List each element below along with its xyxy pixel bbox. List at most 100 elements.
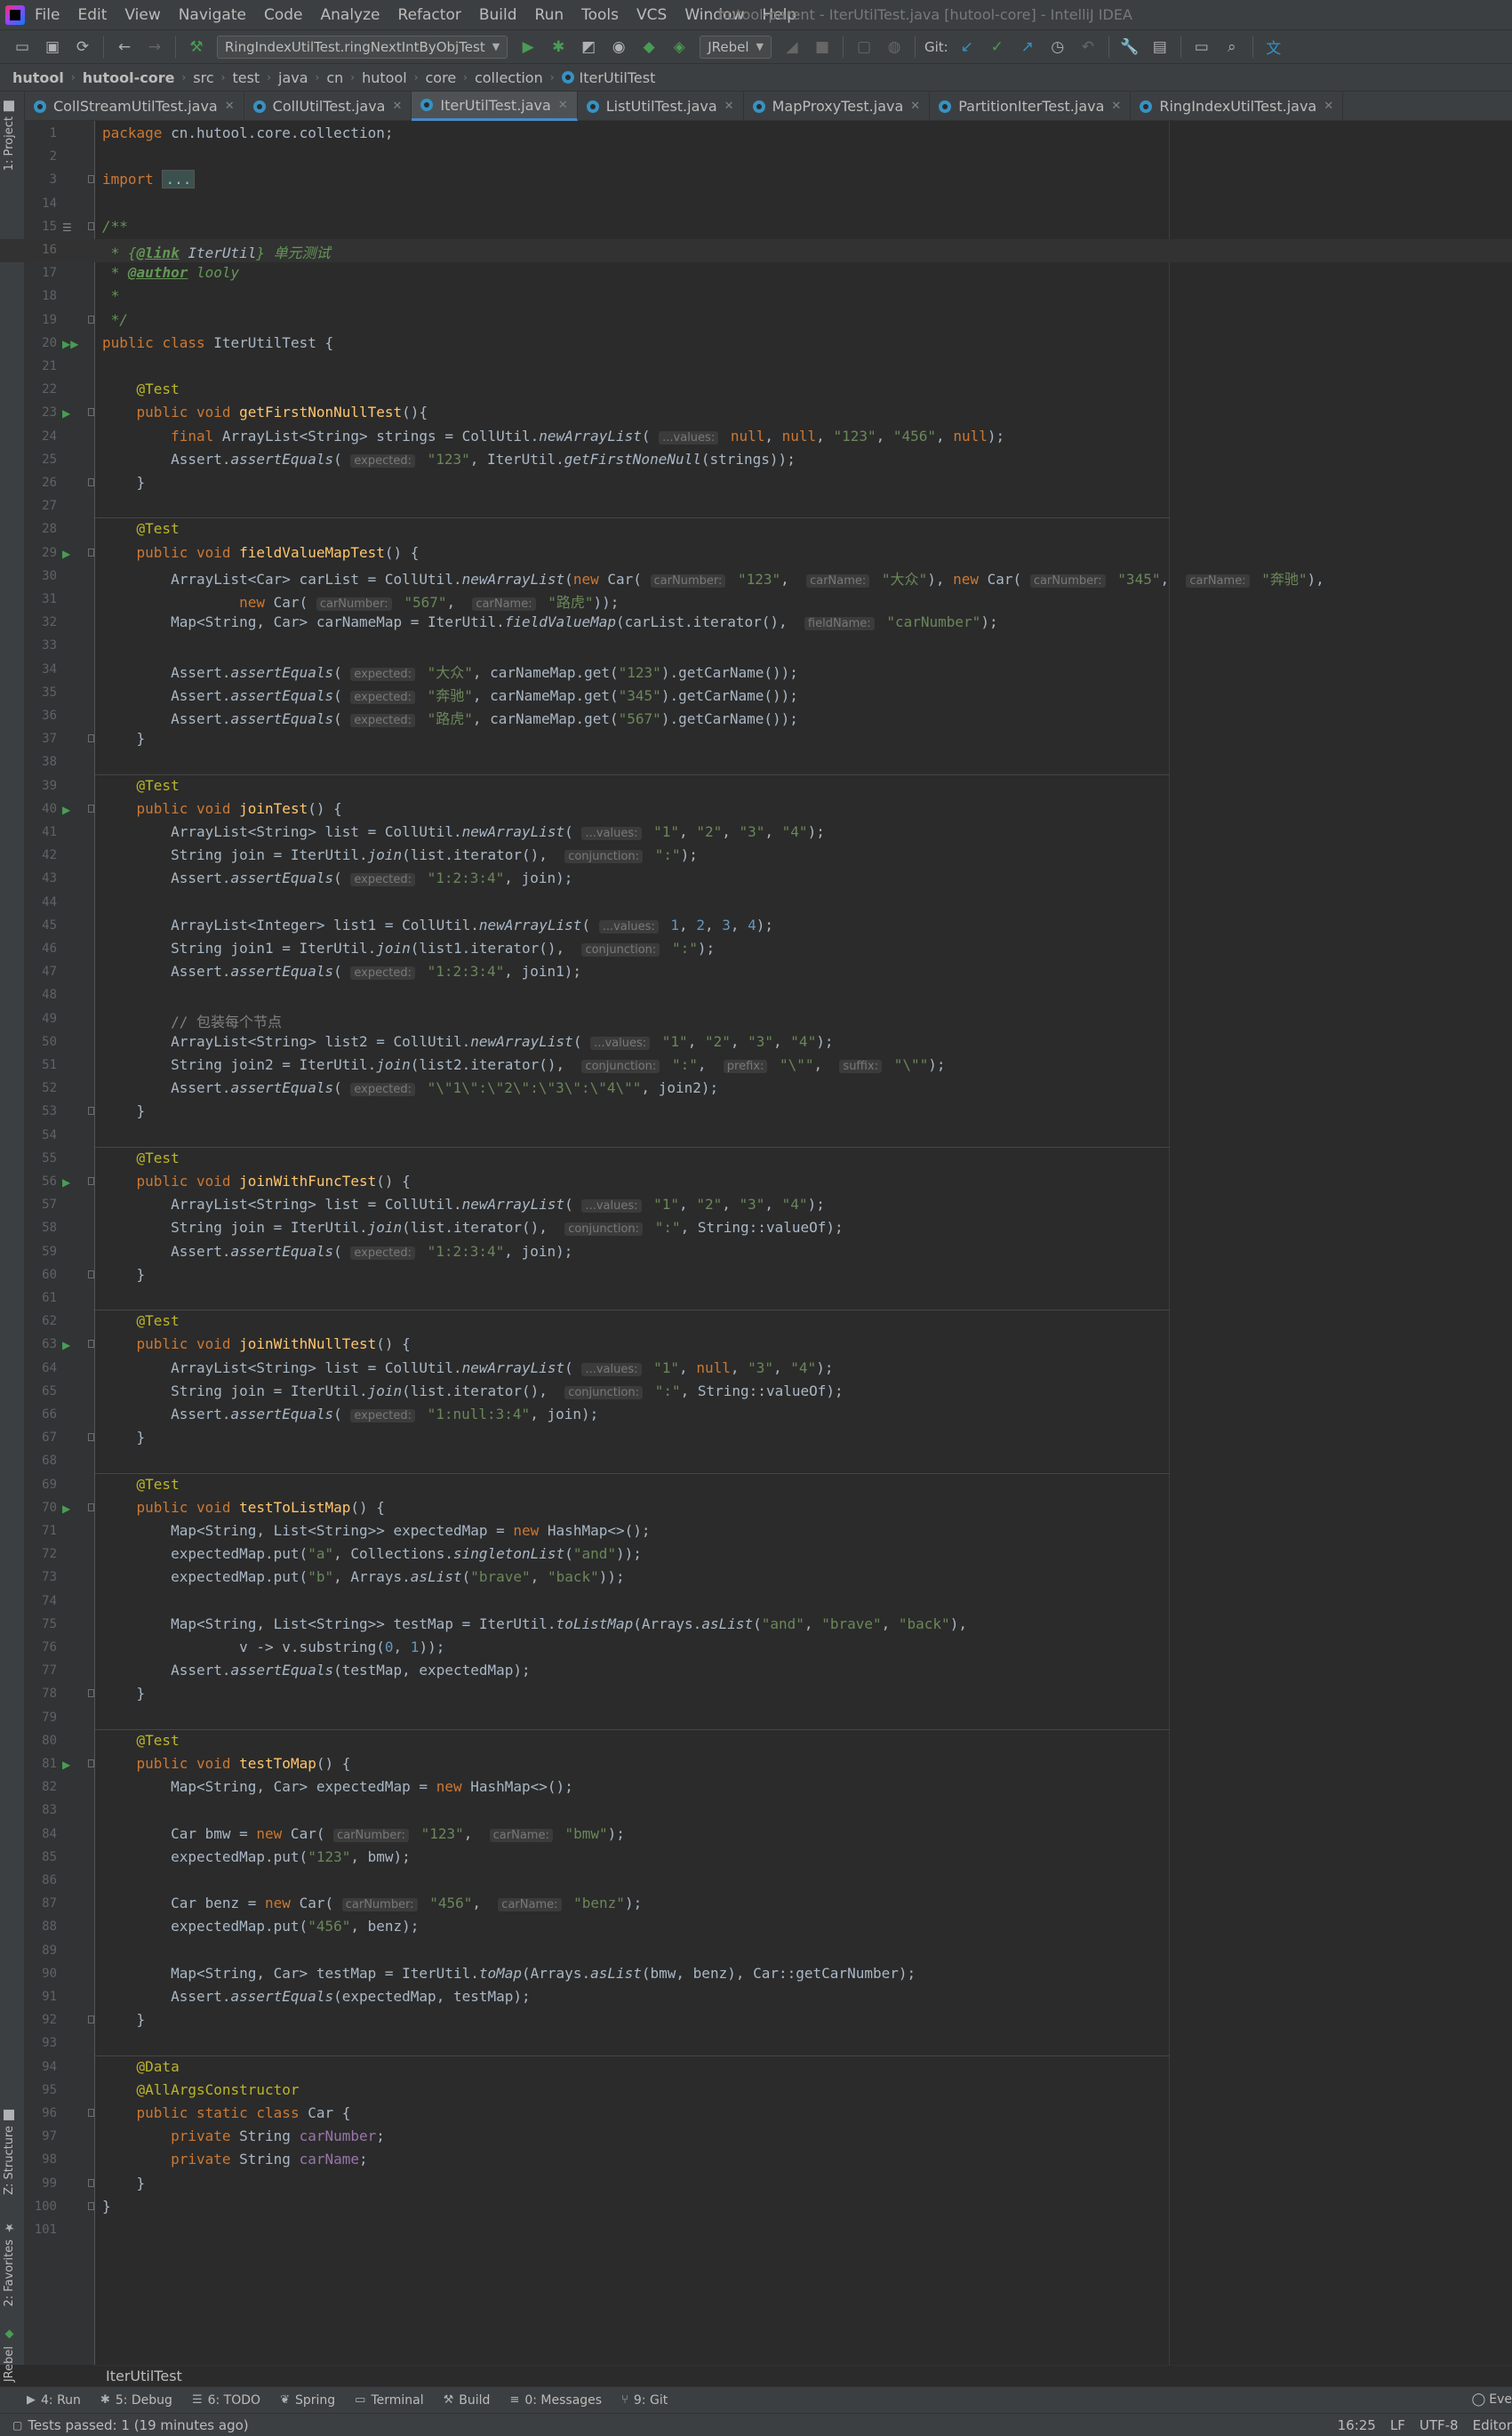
code-line[interactable]: 83 bbox=[0, 1799, 1512, 1823]
crumb-cn[interactable]: cn bbox=[326, 69, 343, 86]
code-line[interactable]: 92 } bbox=[0, 2009, 1512, 2032]
code-line[interactable]: 65 String join = IterUtil.join(list.iter… bbox=[0, 1381, 1512, 1404]
code-line[interactable]: 25 Assert.assertEquals( expected: "123",… bbox=[0, 449, 1512, 472]
run-test-icon[interactable]: ▶ bbox=[62, 804, 70, 816]
code-line[interactable]: 3 import ... bbox=[0, 169, 1512, 192]
code-line[interactable]: 32 Map<String, Car> carNameMap = IterUti… bbox=[0, 612, 1512, 635]
git-push-icon[interactable]: ↗ bbox=[1017, 36, 1038, 58]
code-line[interactable]: 47 Assert.assertEquals( expected: "1:2:3… bbox=[0, 961, 1512, 984]
code-line[interactable]: 85 expectedMap.put("123", bmw); bbox=[0, 1847, 1512, 1870]
menu-view[interactable]: View bbox=[122, 6, 163, 24]
fold-toggle-icon[interactable] bbox=[88, 1177, 94, 1185]
open-folder-icon[interactable]: ▭ bbox=[12, 36, 33, 58]
code-line[interactable]: 76 v -> v.substring(0, 1)); bbox=[0, 1637, 1512, 1660]
code-line[interactable]: 88 expectedMap.put("456", benz); bbox=[0, 1916, 1512, 1939]
event-log-button[interactable]: ◯ Eve bbox=[1472, 2392, 1512, 2407]
crumb-core[interactable]: core bbox=[426, 69, 457, 86]
attach-icon[interactable]: ◢ bbox=[781, 36, 803, 58]
tool-git[interactable]: ⑂ 9: Git bbox=[621, 2393, 668, 2408]
fold-toggle-icon[interactable] bbox=[88, 804, 94, 813]
fold-toggle-icon[interactable] bbox=[88, 2015, 94, 2024]
code-line[interactable]: 28 @Test bbox=[0, 518, 1512, 541]
menu-vcs[interactable]: VCS bbox=[634, 6, 669, 24]
back-arrow-icon[interactable]: ← bbox=[114, 36, 135, 58]
fold-toggle-icon[interactable] bbox=[88, 548, 94, 557]
code-line[interactable]: 45 ArrayList<Integer> list1 = CollUtil.n… bbox=[0, 915, 1512, 938]
menu-navigate[interactable]: Navigate bbox=[176, 6, 249, 24]
code-line[interactable]: 79 bbox=[0, 1707, 1512, 1730]
code-line[interactable]: 100} bbox=[0, 2196, 1512, 2219]
code-line[interactable]: 95 @AllArgsConstructor bbox=[0, 2079, 1512, 2103]
code-line[interactable]: 94 @Data bbox=[0, 2056, 1512, 2079]
rollback-icon[interactable]: ↶ bbox=[1077, 36, 1099, 58]
code-line[interactable]: 56 ▶ public void joinWithFuncTest() { bbox=[0, 1171, 1512, 1194]
tab-iterutiltest[interactable]: IterUtilTest.java ✕ bbox=[412, 92, 578, 121]
tab-ringindexutiltest[interactable]: RingIndexUtilTest.java ✕ bbox=[1131, 92, 1344, 121]
close-icon[interactable]: ✕ bbox=[392, 100, 402, 113]
run-test-icon[interactable]: ▶▶ bbox=[62, 338, 78, 350]
tab-collstreamutiltest[interactable]: CollStreamUtilTest.java ✕ bbox=[25, 92, 244, 121]
code-line[interactable]: 33 bbox=[0, 635, 1512, 658]
code-line[interactable]: 68 bbox=[0, 1450, 1512, 1473]
code-line[interactable]: 91 Assert.assertEquals(expectedMap, test… bbox=[0, 1986, 1512, 2009]
code-line[interactable]: 62 @Test bbox=[0, 1310, 1512, 1334]
code-line[interactable]: 38 bbox=[0, 751, 1512, 774]
code-line[interactable]: 66 Assert.assertEquals( expected: "1:nul… bbox=[0, 1404, 1512, 1427]
tab-partitionitertest[interactable]: PartitionIterTest.java ✕ bbox=[930, 92, 1132, 121]
crumb-module[interactable]: hutool-core bbox=[83, 69, 175, 86]
code-line[interactable]: 30 ArrayList<Car> carList = CollUtil.new… bbox=[0, 565, 1512, 589]
code-line[interactable]: 64 ArrayList<String> list = CollUtil.new… bbox=[0, 1358, 1512, 1381]
jrebel-debug-icon[interactable]: ◈ bbox=[668, 36, 690, 58]
code-line[interactable]: 2 bbox=[0, 146, 1512, 169]
status-message[interactable]: ▢ Tests passed: 1 (19 minutes ago) bbox=[12, 2417, 249, 2433]
crumb-java[interactable]: java bbox=[278, 69, 308, 86]
tool-terminal[interactable]: ▭ Terminal bbox=[355, 2393, 423, 2408]
close-icon[interactable]: ✕ bbox=[225, 100, 235, 113]
run-config-select[interactable]: RingIndexUtilTest.ringNextIntByObjTest ▼ bbox=[217, 35, 508, 59]
run-test-icon[interactable]: ▶ bbox=[62, 1502, 70, 1515]
code-line[interactable]: 14 bbox=[0, 193, 1512, 216]
translate-icon[interactable]: 文 bbox=[1263, 36, 1284, 58]
crumb-hutool[interactable]: hutool bbox=[362, 69, 407, 86]
caret-position[interactable]: 16:25 bbox=[1338, 2417, 1376, 2433]
tool-debug[interactable]: ✱ 5: Debug bbox=[100, 2393, 172, 2408]
fold-toggle-icon[interactable] bbox=[88, 1433, 94, 1442]
menu-code[interactable]: Code bbox=[261, 6, 306, 24]
menu-build[interactable]: Build bbox=[476, 6, 520, 24]
tool-build[interactable]: ⚒ Build bbox=[444, 2393, 491, 2408]
build-hammer-icon[interactable]: ⚒ bbox=[186, 36, 207, 58]
code-line[interactable]: 59 Assert.assertEquals( expected: "1:2:3… bbox=[0, 1241, 1512, 1264]
fold-toggle-icon[interactable] bbox=[88, 1270, 94, 1278]
close-icon[interactable]: ✕ bbox=[1111, 100, 1121, 113]
fold-toggle-icon[interactable] bbox=[88, 175, 94, 184]
code-line[interactable]: 35 Assert.assertEquals( expected: "奔驰", … bbox=[0, 682, 1512, 705]
code-line[interactable]: 44 bbox=[0, 892, 1512, 915]
code-line[interactable]: 34 Assert.assertEquals( expected: "大众", … bbox=[0, 659, 1512, 682]
close-icon[interactable]: ✕ bbox=[558, 99, 568, 112]
code-line[interactable]: 16 * {@link IterUtil} 单元测试 bbox=[0, 239, 1512, 263]
code-line[interactable]: 26 } bbox=[0, 472, 1512, 495]
crumb-file[interactable]: IterUtilTest bbox=[580, 69, 656, 86]
fold-toggle-icon[interactable] bbox=[88, 1340, 94, 1349]
menu-refactor[interactable]: Refactor bbox=[396, 6, 464, 24]
settings-wrench-icon[interactable]: 🔧 bbox=[1119, 36, 1140, 58]
tool-todo[interactable]: ☰ 6: TODO bbox=[192, 2393, 260, 2408]
code-line[interactable]: 96 public static class Car { bbox=[0, 2103, 1512, 2126]
code-line[interactable]: 101 bbox=[0, 2219, 1512, 2242]
code-line[interactable]: 74 bbox=[0, 1591, 1512, 1614]
code-line[interactable]: 20 ▶▶ public class IterUtilTest { bbox=[0, 333, 1512, 356]
menu-analyze[interactable]: Analyze bbox=[318, 6, 383, 24]
code-line[interactable]: 82 Map<String, Car> expectedMap = new Ha… bbox=[0, 1776, 1512, 1799]
editor-config[interactable]: Editor bbox=[1473, 2417, 1512, 2433]
remote-icon[interactable]: ▢ bbox=[853, 36, 875, 58]
menu-file[interactable]: File bbox=[32, 6, 62, 24]
code-line[interactable]: 43 Assert.assertEquals( expected: "1:2:3… bbox=[0, 868, 1512, 891]
tool-run[interactable]: ▶ 4: Run bbox=[27, 2393, 81, 2408]
stop-icon[interactable]: ■ bbox=[812, 36, 833, 58]
code-line[interactable]: 46 String join1 = IterUtil.join(list1.it… bbox=[0, 938, 1512, 961]
code-line[interactable]: 71 Map<String, List<String>> expectedMap… bbox=[0, 1520, 1512, 1543]
close-icon[interactable]: ✕ bbox=[910, 100, 920, 113]
code-line[interactable]: 51 String join2 = IterUtil.join(list2.it… bbox=[0, 1054, 1512, 1078]
code-line[interactable]: 55 @Test bbox=[0, 1148, 1512, 1171]
jrebel-run-icon[interactable]: ◆ bbox=[638, 36, 660, 58]
